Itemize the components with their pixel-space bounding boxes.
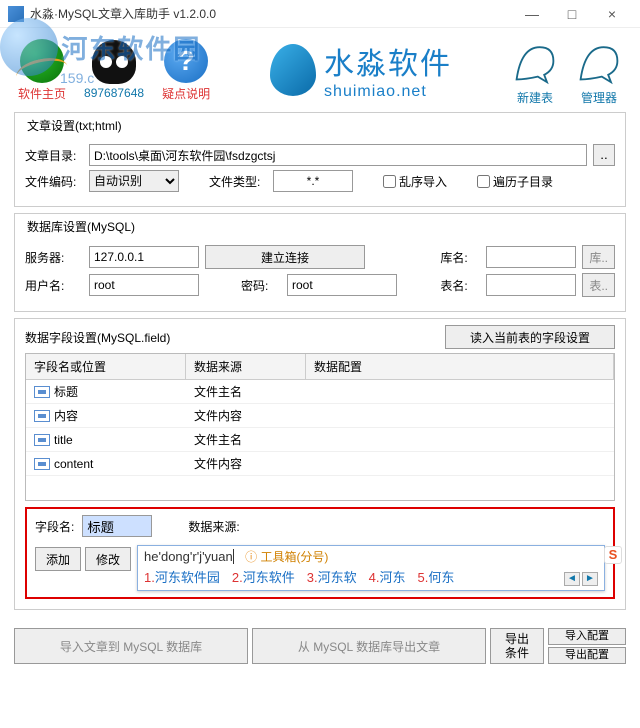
col-config[interactable]: 数据配置 <box>306 354 614 379</box>
minimize-button[interactable]: — <box>512 6 552 22</box>
import-config-button[interactable]: 导入配置 <box>548 628 626 645</box>
maximize-button[interactable]: □ <box>552 6 592 22</box>
field-icon <box>34 386 50 398</box>
field-icon <box>34 458 50 470</box>
window-title: 水淼·MySQL文章入库助手 v1.2.0.0 <box>30 5 512 22</box>
title-bar: 水淼·MySQL文章入库助手 v1.2.0.0 — □ × <box>0 0 640 28</box>
dir-browse-button[interactable]: .. <box>593 144 615 166</box>
field-edit-panel: 字段名: 数据来源: 添加 修改 he'dong'r'j'yuan 工具箱(分号… <box>25 507 615 599</box>
field-settings-title: 数据字段设置(MySQL.field) <box>25 329 170 346</box>
dbname-input[interactable] <box>486 246 576 268</box>
table-row[interactable]: 标题文件主名 <box>26 380 614 404</box>
ime-candidate[interactable]: 3.河东软 <box>307 567 357 586</box>
pass-input[interactable] <box>287 274 397 296</box>
dolphin-icon <box>512 35 558 87</box>
qq-icon <box>92 40 136 84</box>
toolbar-home[interactable]: 软件主页 <box>18 39 66 102</box>
recurse-checkbox[interactable]: 遍历子目录 <box>477 173 553 190</box>
toolbar-newtable[interactable]: 新建表 <box>512 35 558 106</box>
table-input[interactable] <box>486 274 576 296</box>
col-source[interactable]: 数据来源 <box>186 354 306 379</box>
dbname-browse-button[interactable]: 库.. <box>582 245 615 269</box>
globe-icon <box>20 39 64 83</box>
random-import-checkbox[interactable]: 乱序导入 <box>383 173 447 190</box>
connect-button[interactable]: 建立连接 <box>205 245 365 269</box>
server-label: 服务器: <box>25 249 83 266</box>
ime-candidate[interactable]: 5.何东 <box>417 567 454 586</box>
toolbar: 软件主页 897687648 ? 疑点说明 水淼软件 shuimiao.net … <box>0 28 640 108</box>
ime-next-button[interactable]: ► <box>582 572 598 586</box>
server-input[interactable] <box>89 246 199 268</box>
brand-name: 水淼软件 <box>324 39 452 83</box>
fields-table: 字段名或位置 数据来源 数据配置 标题文件主名内容文件内容title文件主名co… <box>25 353 615 501</box>
import-articles-button[interactable]: 导入文章到 MySQL 数据库 <box>14 628 248 664</box>
table-browse-button[interactable]: 表.. <box>582 273 615 297</box>
modify-button[interactable]: 修改 <box>85 547 131 571</box>
dir-label: 文章目录: <box>25 147 83 164</box>
field-icon <box>34 410 50 422</box>
ime-candidate[interactable]: 1.河东软件园 <box>144 567 220 586</box>
toolbar-help-label: 疑点说明 <box>162 85 210 102</box>
ime-input-text: he'dong'r'j'yuan <box>144 549 234 564</box>
fieldname-input[interactable] <box>82 515 152 537</box>
dbname-label: 库名: <box>440 249 480 266</box>
ime-popup: he'dong'r'j'yuan 工具箱(分号) 1.河东软件园 2.河东软件 3.… <box>137 545 605 591</box>
db-settings-title: 数据库设置(MySQL) <box>25 218 137 235</box>
filetype-label: 文件类型: <box>209 173 267 190</box>
app-icon <box>8 6 24 22</box>
help-icon: ? <box>164 39 208 83</box>
toolbar-qq-label: 897687648 <box>84 86 144 100</box>
table-header: 字段名或位置 数据来源 数据配置 <box>26 354 614 380</box>
export-condition-button[interactable]: 导出 条件 <box>490 628 544 664</box>
source-label: 数据来源: <box>188 518 239 535</box>
article-settings-group: 文章设置(txt;html) 文章目录: .. 文件编码: 自动识别 文件类型:… <box>14 112 626 207</box>
table-row[interactable]: content文件内容 <box>26 452 614 476</box>
dolphin-icon <box>576 35 622 87</box>
dir-input[interactable] <box>89 144 587 166</box>
drop-icon <box>270 44 316 96</box>
field-settings-group: 数据字段设置(MySQL.field) 读入当前表的字段设置 字段名或位置 数据… <box>14 318 626 610</box>
db-settings-group: 数据库设置(MySQL) 服务器: 建立连接 库名: 库.. 用户名: 密码: … <box>14 213 626 312</box>
ime-candidate[interactable]: 4.河东 <box>369 567 406 586</box>
toolbar-newtable-label: 新建表 <box>517 89 553 106</box>
ime-candidate[interactable]: 2.河东软件 <box>232 567 295 586</box>
encoding-label: 文件编码: <box>25 173 83 190</box>
fieldname-label: 字段名: <box>35 518 74 535</box>
field-icon <box>34 434 50 446</box>
export-articles-button[interactable]: 从 MySQL 数据库导出文章 <box>252 628 486 664</box>
sogou-icon: S <box>604 546 622 564</box>
user-label: 用户名: <box>25 277 83 294</box>
ime-toolbox-label[interactable]: 工具箱(分号) <box>245 550 328 564</box>
article-settings-title: 文章设置(txt;html) <box>25 117 124 134</box>
export-config-button[interactable]: 导出配置 <box>548 647 626 664</box>
table-row[interactable]: 内容文件内容 <box>26 404 614 428</box>
encoding-select[interactable]: 自动识别 <box>89 170 179 192</box>
toolbar-help[interactable]: ? 疑点说明 <box>162 39 210 102</box>
user-input[interactable] <box>89 274 199 296</box>
table-row[interactable]: title文件主名 <box>26 428 614 452</box>
toolbar-manager-label: 管理器 <box>581 89 617 106</box>
table-label: 表名: <box>440 277 480 294</box>
col-fieldname[interactable]: 字段名或位置 <box>26 354 186 379</box>
read-fields-button[interactable]: 读入当前表的字段设置 <box>445 325 615 349</box>
ime-candidates: 1.河东软件园 2.河东软件 3.河东软 4.河东 5.何东 <box>144 567 598 586</box>
filetype-input[interactable] <box>273 170 353 192</box>
bottom-toolbar: 导入文章到 MySQL 数据库 从 MySQL 数据库导出文章 导出 条件 导入… <box>0 620 640 672</box>
brand-url: shuimiao.net <box>324 83 452 101</box>
pass-label: 密码: <box>241 277 281 294</box>
brand: 水淼软件 shuimiao.net <box>228 39 494 101</box>
toolbar-manager[interactable]: 管理器 <box>576 35 622 106</box>
toolbar-qq[interactable]: 897687648 <box>84 40 144 100</box>
add-button[interactable]: 添加 <box>35 547 81 571</box>
ime-prev-button[interactable]: ◄ <box>564 572 580 586</box>
close-button[interactable]: × <box>592 6 632 22</box>
